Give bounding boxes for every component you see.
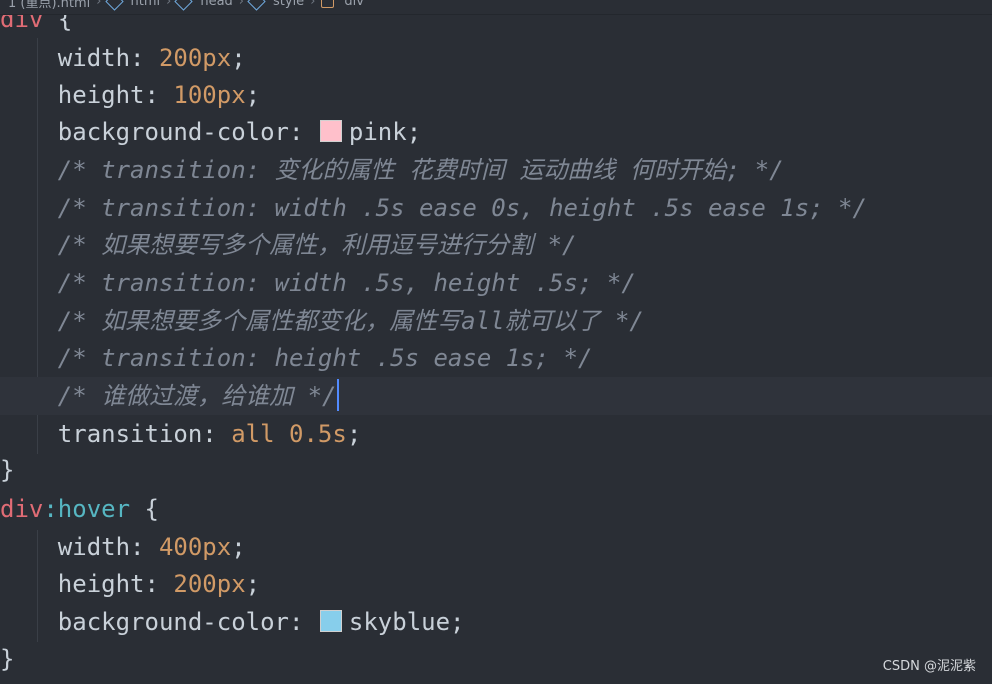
pseudo-class: :hover xyxy=(43,495,131,523)
color-swatch-skyblue[interactable] xyxy=(319,610,342,632)
breadcrumb: 1 (重点).html › html › head › style › div xyxy=(0,0,992,15)
breadcrumb-item-file[interactable]: 1 (重点).html xyxy=(8,0,90,11)
property-value: 400px xyxy=(158,533,232,561)
code-comment: /* transition: width .5s, height .5s; */ xyxy=(57,269,636,297)
code-line[interactable]: height: 100px; xyxy=(0,76,992,114)
property-name: background-color xyxy=(57,608,289,636)
property-value: 200px xyxy=(173,570,246,598)
code-comment: /* transition: width .5s ease 0s, height… xyxy=(57,194,867,222)
code-line[interactable]: height: 200px; xyxy=(0,565,992,603)
breadcrumb-item-div[interactable]: div xyxy=(344,0,364,9)
code-line[interactable]: transition: all 0.5s; xyxy=(0,415,992,453)
element-icon xyxy=(247,0,266,11)
code-line[interactable]: /* transition: width .5s ease 0s, height… xyxy=(0,189,992,227)
code-line[interactable]: /* transition: width .5s, height .5s; */ xyxy=(0,264,992,302)
property-name: height xyxy=(57,81,145,109)
close-brace: } xyxy=(0,456,15,484)
code-line[interactable]: } xyxy=(0,640,992,678)
code-line[interactable]: /* transition: 变化的属性 花费时间 运动曲线 何时开始; */ xyxy=(0,151,992,189)
code-comment: /* 如果想要写多个属性，利用逗号进行分割 */ xyxy=(57,231,577,259)
property-value: 100px xyxy=(173,81,246,109)
property-value: skyblue xyxy=(348,608,451,636)
code-editor[interactable]: div { width: 200px; height: 100px; backg… xyxy=(0,0,992,684)
property-value: all xyxy=(231,420,275,448)
selector-icon xyxy=(321,0,335,8)
property-name: height xyxy=(57,570,145,598)
code-line[interactable]: /* 如果想要多个属性都变化，属性写all就可以了 */ xyxy=(0,302,992,340)
code-line[interactable]: /* 如果想要写多个属性，利用逗号进行分割 */ xyxy=(0,226,992,264)
breadcrumb-item-html[interactable]: html xyxy=(131,0,161,9)
property-name: background-color xyxy=(57,118,289,146)
code-line[interactable]: width: 200px; xyxy=(0,39,992,77)
text-cursor xyxy=(336,379,339,411)
element-icon xyxy=(104,0,124,11)
code-line[interactable]: /* transition: height .5s ease 1s; */ xyxy=(0,339,992,377)
property-name: width xyxy=(57,44,131,72)
code-comment: /* transition: 变化的属性 花费时间 运动曲线 何时开始; */ xyxy=(57,156,784,184)
chevron-right-icon: › xyxy=(238,0,244,9)
property-value: pink xyxy=(348,118,407,146)
code-line[interactable]: div:hover { xyxy=(0,490,992,528)
element-icon xyxy=(174,0,194,11)
property-value: 200px xyxy=(158,44,232,72)
code-comment: /* 谁做过渡，给谁加 */ xyxy=(57,382,337,410)
open-brace: { xyxy=(144,495,159,523)
chevron-right-icon: › xyxy=(166,0,172,9)
code-comment: /* transition: height .5s ease 1s; */ xyxy=(57,344,593,372)
property-name: width xyxy=(57,533,131,561)
watermark: CSDN @泥泥紫 xyxy=(882,659,976,674)
code-line[interactable]: } xyxy=(0,451,992,489)
code-comment: /* 如果想要多个属性都变化，属性写all就可以了 */ xyxy=(57,307,644,335)
breadcrumb-item-style[interactable]: style xyxy=(273,0,304,9)
property-value: 0.5s xyxy=(289,420,347,448)
breadcrumb-item-head[interactable]: head xyxy=(200,0,232,9)
color-swatch-pink[interactable] xyxy=(319,120,342,142)
close-brace: } xyxy=(0,645,15,673)
chevron-right-icon: › xyxy=(310,0,316,9)
chevron-right-icon: › xyxy=(96,0,102,9)
code-line[interactable]: width: 400px; xyxy=(0,528,992,566)
code-line-current[interactable]: /* 谁做过渡，给谁加 */ xyxy=(0,377,992,415)
selector: div xyxy=(0,495,44,523)
property-name: transition xyxy=(57,420,203,448)
code-line[interactable]: background-color: skyblue; xyxy=(0,603,992,641)
code-line[interactable]: background-color: pink; xyxy=(0,113,992,151)
